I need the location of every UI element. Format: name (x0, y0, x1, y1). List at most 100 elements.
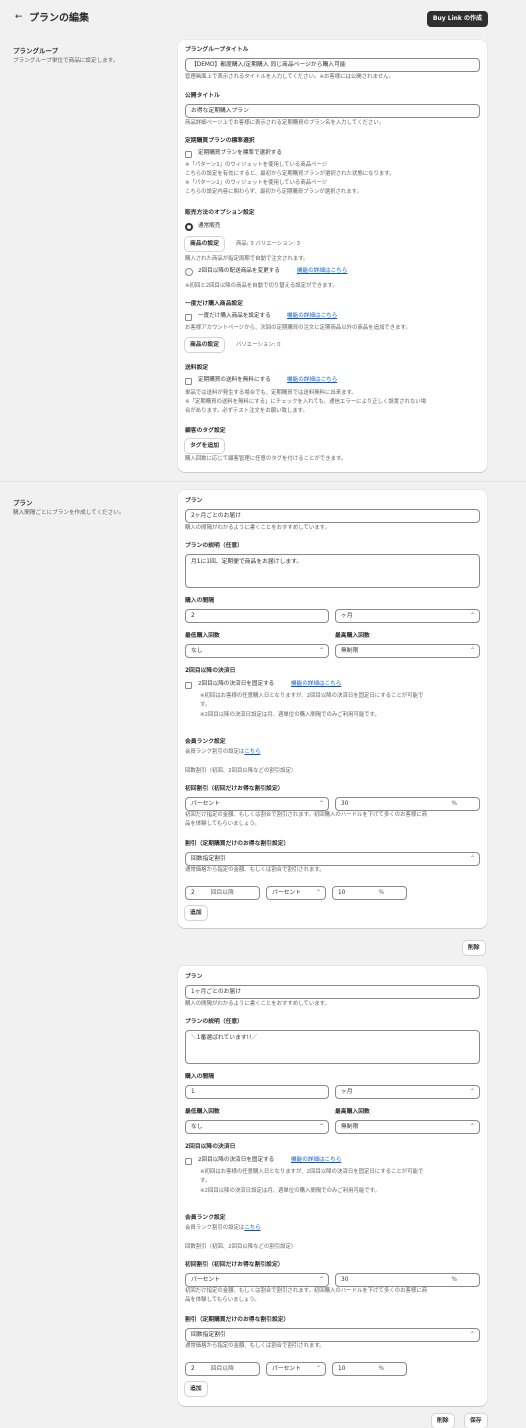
discount-count-suffix: 回目以降 (210, 890, 234, 896)
product-summary: 商品: 3 バリエーション: 3 (236, 241, 301, 247)
interval-input[interactable]: 2 (185, 609, 329, 623)
payment-date-checkbox-label: 2回目以降の決済日を固定する (198, 1157, 275, 1163)
min-count-select[interactable]: なし (185, 1120, 329, 1134)
discount-row-type-select[interactable]: パーセント (266, 886, 326, 900)
payment-note-2: す。 (200, 1178, 211, 1184)
first-discount-percent-sign: % (451, 1277, 457, 1283)
normal-sale-radio-label: 通常販売 (198, 223, 221, 229)
shipping-note-2: ※「定期購買の送料を無料にする」にチェックを入れても、通信エラーにより正しく設置… (185, 399, 427, 405)
first-discount-label: 初回割引（初回だけお得な割引設定） (185, 786, 284, 792)
discount-count-input[interactable]: 2 回目以降 (185, 1362, 260, 1376)
discount-label: 割引（定期購買だけのお得な割引設定） (185, 1317, 290, 1323)
rank-link[interactable]: こちら (244, 749, 260, 755)
change-product-radio[interactable] (185, 268, 193, 276)
max-count-select[interactable]: 無制限 (335, 644, 480, 658)
shipping-note-3: 合があります。必ずテスト注文をお願い致します。 (185, 408, 308, 414)
plan-desc-textarea[interactable]: ＼1番選ばれています!!／ (185, 1030, 480, 1064)
min-count-label: 最低購入回数 (185, 633, 220, 639)
first-discount-help-2: 品を体験してもらいましょう。 (185, 821, 260, 827)
group-title-input[interactable]: 【DEMO】都度購入/定期購入 同じ商品ページから購入可能 (185, 58, 480, 72)
one-time-checkbox[interactable] (185, 314, 192, 321)
discount-row-value-input[interactable]: 10% (332, 886, 407, 900)
interval-unit-select[interactable]: ヶ月 (335, 609, 480, 623)
section-divider (0, 481, 526, 482)
buy-link-button[interactable]: Buy Link の作成 (426, 11, 488, 27)
add-tag-button[interactable]: タグを追加 (185, 439, 224, 453)
discount-row-type-select[interactable]: パーセント (266, 1362, 326, 1376)
first-discount-help-2: 品を体験してもらいましょう。 (185, 1297, 260, 1303)
plan-name-input[interactable]: 2ヶ月ごとのお届け (185, 509, 480, 523)
interval-input[interactable]: 1 (185, 1085, 329, 1099)
interval-unit-select[interactable]: ヶ月 (335, 1085, 480, 1099)
max-count-select[interactable]: 無制限 (335, 1120, 480, 1134)
delete-plan-button[interactable]: 削除 (463, 941, 485, 955)
first-discount-value-input[interactable]: 30% (335, 797, 480, 811)
plan-group-card: プラングループタイトル 【DEMO】都度購入/定期購入 同じ商品ページから購入可… (178, 40, 487, 472)
one-time-variation: バリエーション: 0 (236, 342, 281, 348)
first-discount-value: 30 (341, 1277, 349, 1283)
default-note-2: こちらの設定を有効にすると、最初から定期購買プランが選択された状態になります。 (185, 171, 395, 177)
plan-section: プラン 購入間隔ごとにプランを作成してください。 (13, 499, 163, 518)
normal-sale-radio[interactable] (185, 223, 193, 231)
count-discount-text: 回数割引（初回、2回目以降などの割引設定） (185, 768, 297, 774)
shipping-note-1: 単品では送料が発生する場合でも、定期購買では送料無料に出来ます。 (185, 390, 357, 396)
plan-description: 購入間隔ごとにプランを作成してください。 (13, 510, 125, 517)
product-help: 購入された商品が指定周期で自動で注文されます。 (185, 256, 309, 262)
max-count-label: 最高購入回数 (335, 1109, 370, 1115)
default-note-4: こちらの設定内容に関わらず、最初から定期購買プランが選択されます。 (185, 189, 362, 195)
default-select-checkbox-label: 定期購買プランを標準で選択する (198, 150, 282, 156)
one-time-feature-link[interactable]: 機能の詳細はこちら (287, 313, 337, 320)
first-discount-help-1: 初回だけ指定の金額、もしくは割合で割引されます。初回購入のハードルを下げて多くの… (185, 812, 428, 818)
first-discount-type-select[interactable]: パーセント (185, 1273, 329, 1287)
back-arrow-icon[interactable]: ← (15, 12, 23, 24)
rank-link[interactable]: こちら (244, 1225, 260, 1231)
rank-text-content: 会員ランク割引の設定は (185, 749, 245, 755)
plan-name-label: プラン (185, 498, 203, 504)
count-discount-text: 回数割引（初回、2回目以降などの割引設定） (185, 1244, 297, 1250)
payment-date-checkbox-label: 2回目以降の決済日を固定する (198, 681, 275, 687)
change-product-feature-link[interactable]: 機能の詳細はこちら (297, 268, 347, 275)
discount-help: 通常価格から指定の金額、もしくは割合で割引されます。 (185, 867, 325, 873)
discount-count-value: 2 (191, 890, 195, 896)
discount-type-select[interactable]: 回数指定割引 (185, 1328, 480, 1342)
change-product-radio-label: 2回目以降の配送商品を変更する (198, 268, 280, 274)
default-note-3: ※「パターン2」のウィジェットを使用している商品ページ (185, 180, 328, 186)
default-note-1: ※「パターン1」のウィジェットを使用している商品ページ (185, 162, 328, 168)
plan-name-input[interactable]: 1ヶ月ごとのお届け (185, 985, 480, 999)
plan-name-label: プラン (185, 974, 203, 980)
payment-date-checkbox[interactable] (185, 682, 192, 689)
discount-row-value-input[interactable]: 10% (332, 1362, 407, 1376)
min-count-select[interactable]: なし (185, 644, 329, 658)
footer-save-button[interactable]: 保存 (465, 1414, 487, 1428)
payment-feature-link[interactable]: 機能の詳細はこちら (291, 1157, 341, 1164)
default-select-checkbox[interactable] (185, 151, 192, 158)
public-title-label: 公開タイトル (185, 93, 220, 99)
discount-type-select[interactable]: 回数指定割引 (185, 852, 480, 866)
interval-label: 購入の間隔 (185, 598, 214, 604)
discount-count-input[interactable]: 2 回目以降 (185, 886, 260, 900)
interval-label: 購入の間隔 (185, 1074, 214, 1080)
public-title-input[interactable]: お得な定期購入プラン (185, 104, 480, 118)
max-count-label: 最高購入回数 (335, 633, 370, 639)
shipping-feature-link[interactable]: 機能の詳細はこちら (287, 377, 337, 384)
one-time-label: 一度だけ購入商品設定 (185, 301, 243, 307)
plan-card-1: プラン 2ヶ月ごとのお届け 購入の間隔がわかるように書くことをおすすめしています… (178, 490, 487, 928)
add-discount-button[interactable]: 追加 (185, 1382, 207, 1396)
add-discount-button[interactable]: 追加 (185, 906, 207, 920)
shipping-checkbox[interactable] (185, 378, 192, 385)
footer-delete-button[interactable]: 削除 (432, 1414, 454, 1428)
payment-feature-link[interactable]: 機能の詳細はこちら (291, 681, 341, 688)
first-discount-value-input[interactable]: 30% (335, 1273, 480, 1287)
plan-desc-textarea[interactable]: 月1に1回、定期便で商品をお届けします。 (185, 554, 480, 588)
default-select-label: 定期購買プランの標準選択 (185, 138, 255, 144)
product-setting-button[interactable]: 商品の設定 (185, 237, 224, 251)
group-title-label: プラングループタイトル (185, 47, 249, 53)
payment-date-checkbox[interactable] (185, 1158, 192, 1165)
one-time-product-button[interactable]: 商品の設定 (185, 338, 224, 352)
plan-group-description: プラングループ単位で商品に設定します。 (13, 58, 119, 65)
plan-heading: プラン (13, 499, 33, 507)
plan-name-help: 購入の間隔がわかるように書くことをおすすめしています。 (185, 1001, 330, 1007)
discount-label: 割引（定期購買だけのお得な割引設定） (185, 841, 290, 847)
min-count-label: 最低購入回数 (185, 1109, 220, 1115)
first-discount-type-select[interactable]: パーセント (185, 797, 329, 811)
